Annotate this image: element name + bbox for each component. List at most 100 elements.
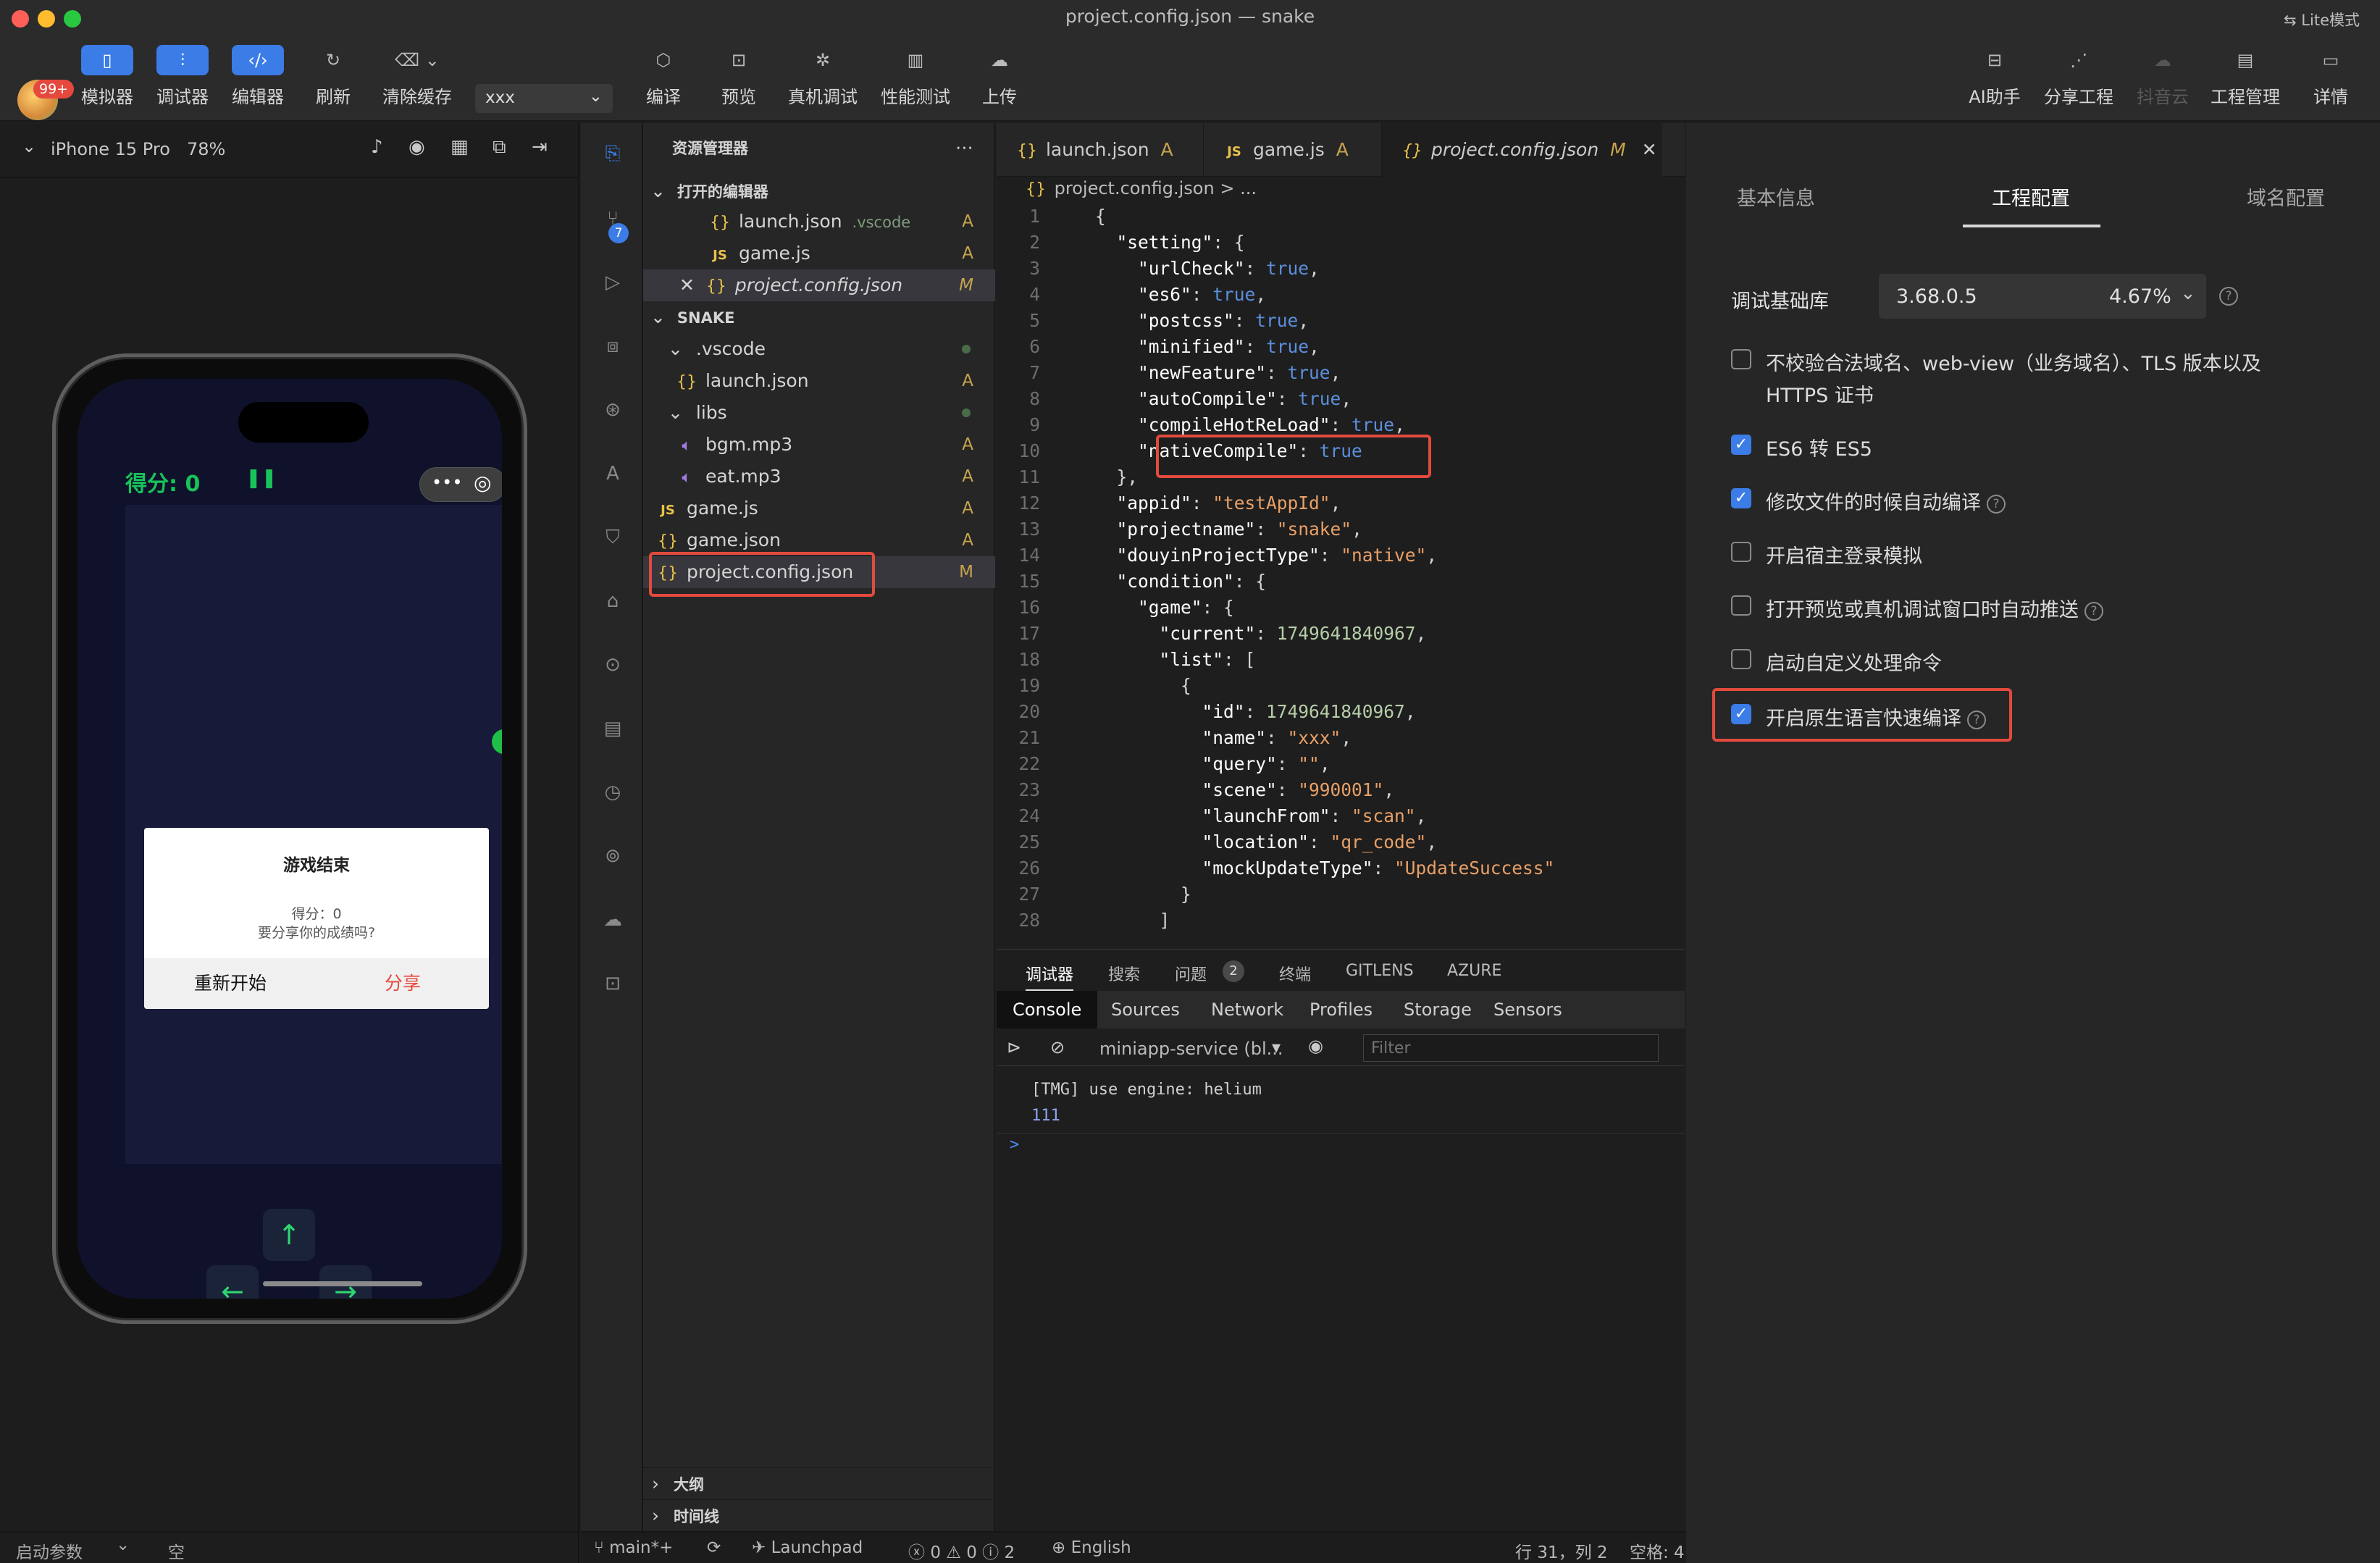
azure-icon[interactable]: A: [598, 459, 627, 488]
douyin-icon[interactable]: ♪: [371, 136, 383, 158]
more-actions-icon[interactable]: ⋯: [955, 132, 973, 164]
tab-terminal[interactable]: 终端: [1279, 962, 1311, 985]
zoom-select[interactable]: 78%: [187, 139, 225, 159]
custom-command-checkbox[interactable]: [1731, 649, 1751, 669]
tab-domain-config[interactable]: 域名配置: [2247, 183, 2325, 211]
breadcrumb[interactable]: {} project.config.json > ...: [1023, 178, 1257, 198]
sidebar-toggle-icon[interactable]: ⊳: [1007, 1037, 1021, 1057]
menu-capsule[interactable]: ••• ◎: [419, 467, 502, 502]
help-icon[interactable]: ?: [2084, 602, 2103, 621]
tree-file[interactable]: {} launch.json A: [643, 365, 995, 397]
tree-file[interactable]: JS game.js A: [643, 493, 995, 524]
chevron-down-icon[interactable]: ⌄: [116, 1535, 130, 1554]
gitlens-icon[interactable]: ⊙: [598, 650, 627, 679]
help-icon[interactable]: ?: [2219, 287, 2238, 306]
extensions-icon[interactable]: ⧈: [598, 332, 627, 361]
copilot-icon[interactable]: ⌂: [598, 587, 627, 616]
git-branch[interactable]: ⑂ main*+: [594, 1538, 673, 1557]
outline-section[interactable]: › 大纲: [643, 1467, 995, 1499]
tree-file[interactable]: 🔈︎ bgm.mp3 A: [643, 429, 995, 461]
tab-project-config[interactable]: 工程配置: [1992, 183, 2070, 211]
open-editor-item[interactable]: {} launch.json .vscode A: [643, 206, 995, 238]
perf-test-button[interactable]: ▥ 性能测试: [879, 45, 952, 108]
compile-mode-select[interactable]: xxx ⌄: [475, 84, 613, 113]
api-icon[interactable]: ⊚: [598, 842, 627, 871]
restart-button[interactable]: 重新开始: [144, 958, 317, 1009]
console-prompt[interactable]: >: [1010, 1136, 1019, 1154]
editor-button[interactable]: ‹/› 编辑器: [222, 45, 294, 108]
cursor-position[interactable]: 行 31，列 2: [1515, 1538, 1608, 1563]
context-select[interactable]: miniapp-service (bl...: [1099, 1039, 1283, 1059]
base-lib-select[interactable]: 3.68.0.5 4.67% ⌄: [1879, 274, 2206, 319]
tab-sources[interactable]: Sources: [1095, 991, 1196, 1028]
run-debug-icon[interactable]: ▷: [598, 268, 627, 297]
lite-mode-toggle[interactable]: ⇆ Lite模式: [2284, 9, 2360, 30]
es6-to-es5-checkbox[interactable]: ✓: [1731, 435, 1751, 455]
chevron-down-icon[interactable]: ⌄: [22, 136, 36, 156]
project-manage-button[interactable]: ▤ 工程管理: [2209, 45, 2281, 108]
details-button[interactable]: ▭ 详情: [2295, 45, 2367, 108]
tab-game-js[interactable]: JS game.js A: [1204, 123, 1382, 177]
project-section[interactable]: ⌄ SNAKE: [643, 301, 995, 333]
close-icon[interactable]: ✕: [679, 275, 695, 296]
debugger-button[interactable]: ⫶ 调试器: [146, 45, 219, 108]
tab-project-config[interactable]: {} project.config.json M ✕: [1382, 123, 1662, 177]
help-icon[interactable]: ?: [1987, 495, 2006, 514]
tab-problems[interactable]: 问题: [1175, 962, 1207, 985]
problems-summary[interactable]: ⓧ 0 ⚠ 0 ⓘ 2: [908, 1538, 1015, 1563]
timeline-section[interactable]: › 时间线: [643, 1499, 995, 1531]
clear-cache-button[interactable]: ⌫ ⌄ 清除缓存: [381, 45, 453, 108]
tab-basic-info[interactable]: 基本信息: [1737, 183, 1815, 211]
launchpad[interactable]: ✈ Launchpad: [752, 1538, 863, 1557]
tab-sensors[interactable]: Sensors: [1478, 991, 1578, 1028]
code-area[interactable]: 1 {2 "setting": {3 "urlCheck": true, 4 "es…: [997, 204, 1685, 947]
launch-params-label[interactable]: 启动参数: [16, 1538, 83, 1563]
popout-icon[interactable]: ⇥: [532, 136, 548, 158]
refresh-button[interactable]: ↻ 刷新: [297, 45, 369, 108]
tree-file[interactable]: 🔈︎ eat.mp3 A: [643, 461, 995, 493]
arrow-left-button[interactable]: ←: [206, 1265, 259, 1299]
ai-assistant-button[interactable]: ⊟ AI助手: [1958, 45, 2031, 108]
indentation[interactable]: 空格: 4: [1630, 1538, 1685, 1563]
tab-search[interactable]: 搜索: [1108, 962, 1140, 985]
tree-folder[interactable]: ⌄ libs: [643, 397, 995, 429]
language-status[interactable]: ⊕ English: [1052, 1538, 1131, 1557]
panel-icon[interactable]: ▤: [598, 714, 627, 743]
tree-folder[interactable]: ⌄ .vscode: [643, 333, 995, 365]
host-login-checkbox[interactable]: [1731, 542, 1751, 562]
open-editors-section[interactable]: ⌄ 打开的编辑器: [643, 175, 995, 207]
tab-profiles[interactable]: Profiles: [1294, 991, 1388, 1028]
preview-button[interactable]: ⊡ 预览: [703, 45, 775, 108]
close-miniapp-icon[interactable]: ◎: [474, 471, 491, 495]
auto-compile-checkbox[interactable]: ✓: [1731, 488, 1751, 508]
compile-button[interactable]: ⬡ 编译: [627, 45, 700, 108]
explorer-icon[interactable]: ⎘: [598, 139, 627, 168]
pause-icon[interactable]: ❚❚: [246, 467, 277, 489]
open-editor-item[interactable]: JS game.js A: [643, 238, 995, 269]
cloud-icon[interactable]: ☁: [598, 905, 627, 934]
bookmark-icon[interactable]: ⛉: [598, 523, 627, 552]
clear-console-icon[interactable]: ⊘: [1050, 1037, 1065, 1057]
upload-button[interactable]: ☁ 上传: [963, 45, 1036, 108]
tab-launch-json[interactable]: {} launch.json A: [997, 123, 1204, 177]
tab-azure[interactable]: AZURE: [1447, 962, 1501, 980]
eye-icon[interactable]: ◉: [1308, 1036, 1323, 1056]
arrow-up-button[interactable]: ↑: [263, 1209, 315, 1261]
remote-icon[interactable]: ⊛: [598, 395, 627, 424]
tab-debugger[interactable]: 调试器: [1026, 962, 1074, 992]
record-icon[interactable]: ◉: [408, 136, 425, 158]
timeline-icon[interactable]: ◷: [598, 778, 627, 807]
auto-push-checkbox[interactable]: [1731, 595, 1751, 616]
console-filter-input[interactable]: [1363, 1034, 1659, 1062]
simulator-button[interactable]: ▯ 模拟器: [71, 45, 143, 108]
close-icon[interactable]: ✕: [1642, 139, 1657, 160]
device-debug-button[interactable]: ✲ 真机调试: [787, 45, 859, 108]
device-select[interactable]: iPhone 15 Pro: [51, 139, 170, 159]
tab-storage[interactable]: Storage: [1388, 991, 1488, 1028]
tab-network[interactable]: Network: [1195, 991, 1299, 1028]
share-button[interactable]: 分享: [317, 958, 489, 1009]
monitor-icon[interactable]: ⊡: [598, 969, 627, 998]
open-editor-item-active[interactable]: ✕ {} project.config.json M: [643, 269, 995, 301]
grid-icon[interactable]: ▦: [451, 136, 469, 158]
sync-icon[interactable]: ⟳: [707, 1538, 721, 1557]
